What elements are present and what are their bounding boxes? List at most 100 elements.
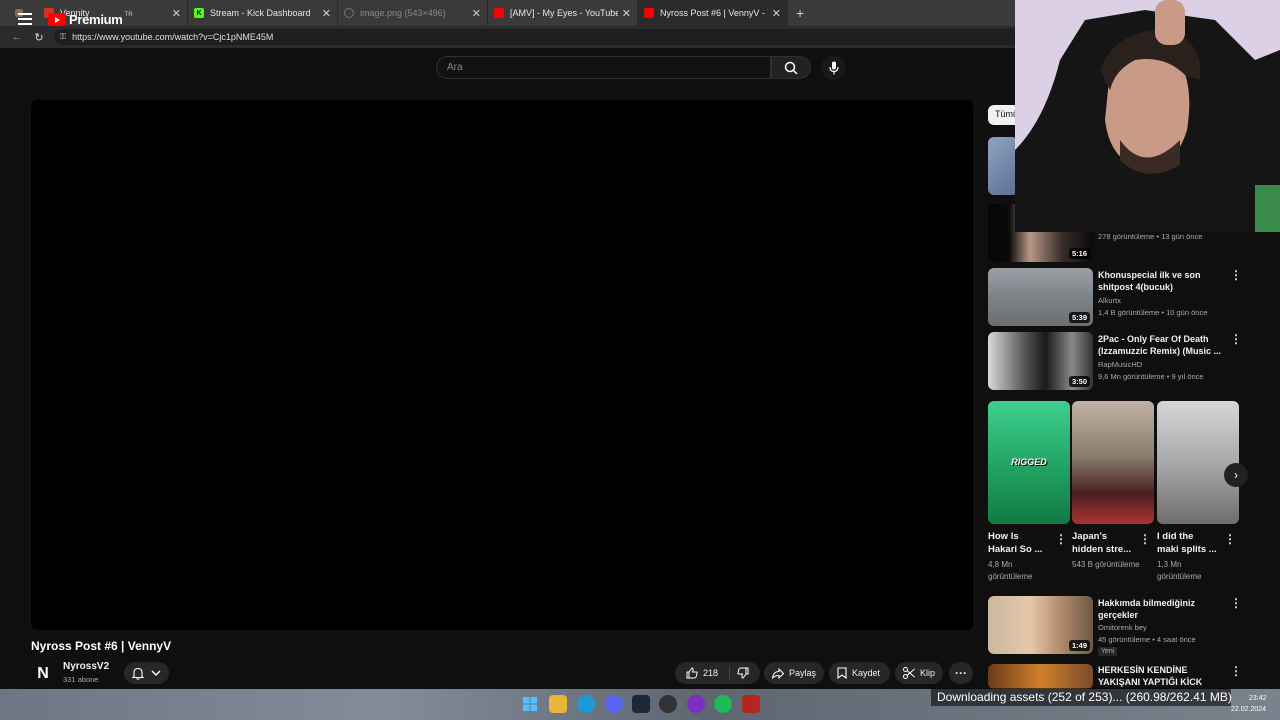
search-placeholder: Ara	[447, 62, 463, 73]
reload-icon[interactable]: ↻	[28, 31, 50, 44]
more-vertical-icon[interactable]: ⋮	[1230, 268, 1242, 282]
channel-avatar[interactable]: N	[31, 662, 55, 686]
bookmark-icon	[837, 667, 847, 679]
shorts-next-button[interactable]: ›	[1224, 463, 1248, 487]
file-explorer-icon[interactable]	[549, 695, 567, 713]
thumbs-up-icon	[686, 667, 698, 679]
tab-kick-dashboard[interactable]: K Stream - Kick Dashboard ✕	[188, 0, 338, 26]
steam-icon[interactable]	[632, 695, 650, 713]
tab-amv-my-eyes[interactable]: [AMV] - My Eyes - YouTube ✕	[488, 0, 638, 26]
streamer-webcam-image	[1015, 0, 1280, 232]
shorts-views: 543 B görüntüleme	[1072, 560, 1140, 569]
new-badge: Yeni	[1098, 647, 1118, 656]
more-vertical-icon[interactable]: ⋮	[1139, 532, 1151, 546]
tab-title: Stream - Kick Dashboard	[210, 8, 311, 18]
more-vertical-icon[interactable]: ⋮	[1224, 532, 1236, 546]
more-vertical-icon[interactable]: ⋮	[1230, 664, 1242, 678]
video-duration: 1:49	[1068, 640, 1090, 651]
dislike-button[interactable]	[730, 667, 760, 679]
back-icon[interactable]: ←	[6, 31, 28, 43]
channel-name[interactable]: NyrossV2	[63, 661, 109, 672]
shorts-title[interactable]: I did the maki splits ...	[1157, 530, 1217, 556]
download-status-overlay: Downloading assets (252 of 253)... (260.…	[931, 688, 1232, 706]
related-title[interactable]: 2Pac - Only Fear Of Death (Izzamuzzic Re…	[1098, 333, 1223, 357]
globe-icon	[344, 8, 354, 18]
chevron-down-icon	[151, 670, 161, 676]
share-icon	[772, 667, 784, 679]
more-vertical-icon[interactable]: ⋮	[1230, 596, 1242, 610]
related-channel[interactable]: Omitorenk bey	[1098, 622, 1147, 633]
url-field[interactable]: ⚿ https://www.youtube.com/watch?v=Cjc1pN…	[54, 29, 1044, 45]
video-player[interactable]	[31, 100, 973, 630]
related-channel[interactable]: Alkurtx	[1098, 295, 1121, 306]
related-thumbnail[interactable]: 5:39	[988, 268, 1093, 326]
close-tab-icon[interactable]: ✕	[172, 7, 181, 20]
related-thumbnail[interactable]	[988, 137, 1018, 195]
youtube-logo[interactable]: Premium TR	[48, 12, 133, 27]
tab-nyross-post[interactable]: Nyross Post #6 | VennyV - YouTube ✕	[638, 0, 788, 26]
kick-icon: K	[194, 8, 204, 18]
related-thumbnail[interactable]: 1:49	[988, 596, 1093, 654]
more-actions-button[interactable]: ···	[949, 662, 973, 684]
youtube-icon	[494, 8, 504, 18]
shorts-title[interactable]: How Is Hakari So ...	[988, 530, 1048, 556]
like-count: 218	[702, 668, 719, 678]
clock-time[interactable]: 23:42	[1249, 695, 1267, 702]
app-icon[interactable]	[687, 695, 705, 713]
more-horizontal-icon: ···	[955, 666, 967, 680]
discord-icon[interactable]	[605, 695, 623, 713]
close-tab-icon[interactable]: ✕	[622, 7, 631, 20]
clip-button[interactable]: Klip	[895, 662, 943, 684]
share-label: Paylaş	[788, 668, 816, 678]
valorant-icon[interactable]	[742, 695, 760, 713]
start-icon[interactable]	[521, 695, 539, 713]
close-tab-icon[interactable]: ✕	[322, 7, 331, 20]
close-tab-icon[interactable]: ✕	[472, 7, 481, 20]
video-duration: 5:16	[1068, 248, 1090, 259]
shorts-thumbnail[interactable]: RIGGED	[988, 401, 1070, 524]
shorts-title[interactable]: Japan's hidden stre...	[1072, 530, 1132, 556]
site-info-icon[interactable]: ⚿	[60, 32, 66, 42]
chevron-right-icon: ›	[1234, 468, 1238, 482]
close-tab-icon[interactable]: ✕	[772, 7, 781, 20]
shorts-views: 4,8 Mn görüntüleme	[988, 560, 1033, 581]
more-vertical-icon[interactable]: ⋮	[1230, 332, 1242, 346]
share-button[interactable]: Paylaş	[764, 662, 824, 684]
screen: Vennity ✕ K Stream - Kick Dashboard ✕ im…	[0, 0, 1280, 720]
subscriber-count: 331 abone	[63, 675, 99, 684]
more-vertical-icon[interactable]: ⋮	[1055, 532, 1067, 546]
subscribed-bell-button[interactable]	[124, 662, 169, 684]
save-label: Kaydet	[852, 668, 881, 678]
obs-icon[interactable]	[659, 695, 677, 713]
scissors-icon	[903, 667, 915, 679]
voice-search-button[interactable]	[821, 55, 846, 80]
tab-title: image.png (543×496)	[360, 8, 446, 18]
logo-region: TR	[124, 11, 133, 18]
related-title[interactable]: Hakkımda bilmediğiniz gerçekler	[1098, 597, 1223, 621]
shorts-thumbnail[interactable]	[1072, 401, 1154, 524]
related-thumbnail[interactable]: 3:50	[988, 332, 1093, 390]
edge-icon[interactable]	[577, 695, 595, 713]
webcam-overlay	[1015, 0, 1280, 232]
spotify-icon[interactable]	[714, 695, 732, 713]
search-button[interactable]	[771, 56, 811, 79]
youtube-icon	[644, 8, 654, 18]
related-title[interactable]: Khonuspecial ilk ve son shitpost 4(bucuk…	[1098, 269, 1223, 293]
tab-title: Nyross Post #6 | VennyV - YouTube	[660, 8, 768, 18]
related-views: 9,6 Mn görüntüleme • 9 yıl önce	[1098, 372, 1204, 381]
like-button[interactable]: 218	[675, 666, 730, 680]
search-input[interactable]: Ara	[436, 56, 771, 79]
tab-image[interactable]: image.png (543×496) ✕	[338, 0, 488, 26]
related-thumbnail[interactable]	[988, 664, 1093, 689]
search-icon	[784, 61, 798, 75]
shorts-overlay-text: RIGGED	[1011, 457, 1047, 467]
new-tab-icon[interactable]: +	[796, 5, 804, 21]
clock-date[interactable]: 22.02.2024	[1231, 706, 1266, 713]
related-views: 1,4 B görüntüleme • 10 gün önce	[1098, 308, 1208, 317]
save-button[interactable]: Kaydet	[829, 662, 890, 684]
video-duration: 5:39	[1068, 312, 1090, 323]
shorts-thumbnail[interactable]	[1157, 401, 1239, 524]
related-channel[interactable]: RapMusicHD	[1098, 359, 1142, 370]
menu-icon[interactable]	[18, 13, 32, 25]
video-duration: 3:50	[1068, 376, 1090, 387]
